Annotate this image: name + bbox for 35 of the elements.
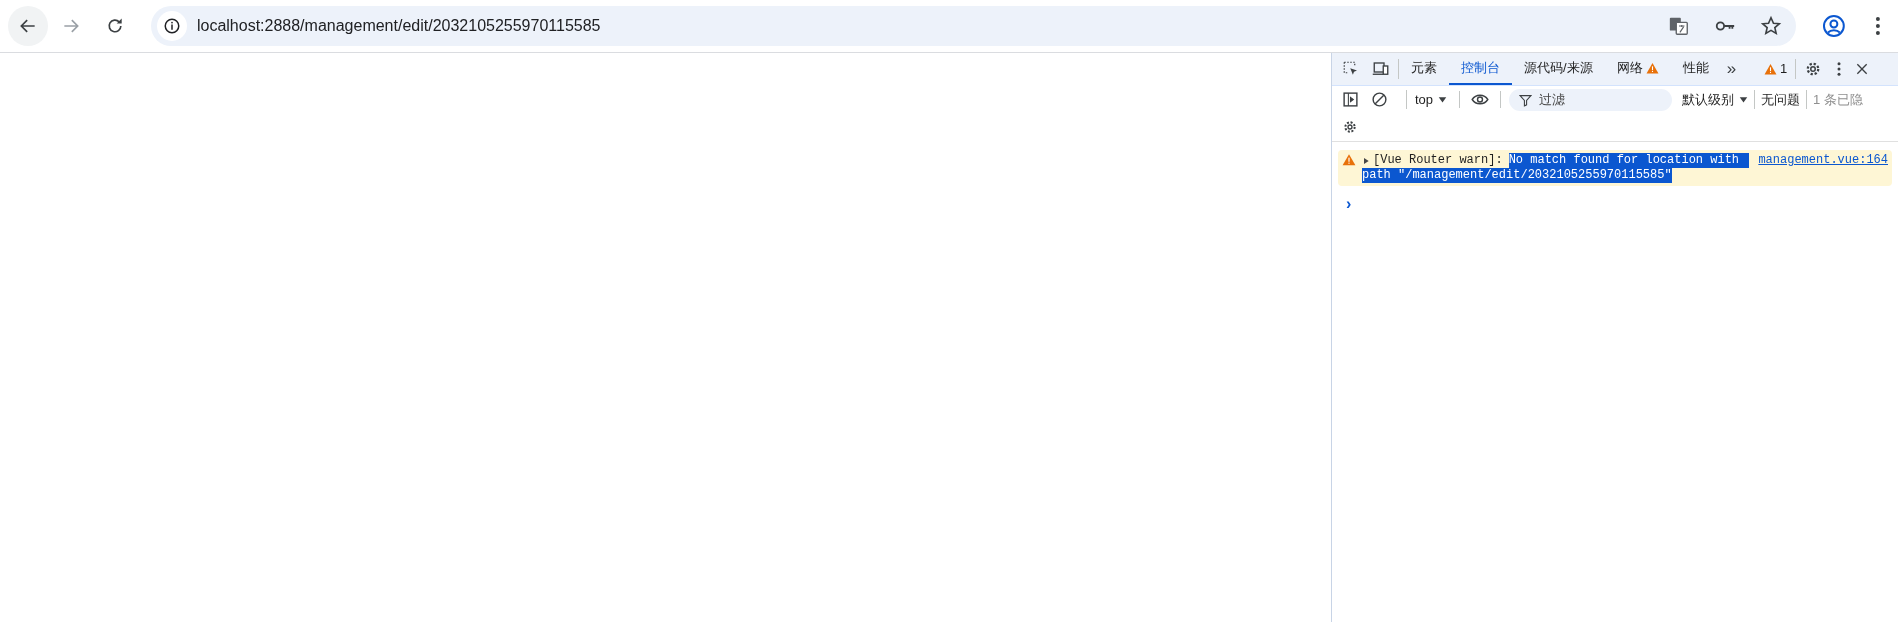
- caret-icon: [1739, 95, 1749, 104]
- context-dropdown[interactable]: top: [1406, 89, 1448, 110]
- sidebar-toggle-icon[interactable]: [1342, 91, 1359, 108]
- message-prefix: [Vue Router warn]:: [1373, 153, 1503, 168]
- filter-icon: [1519, 93, 1533, 107]
- panel-tab[interactable]: 性能: [1670, 53, 1721, 85]
- star-icon[interactable]: [1760, 15, 1783, 37]
- device-toolbar-icon[interactable]: [1372, 60, 1390, 78]
- panel-tab[interactable]: 网络: [1604, 53, 1671, 85]
- settings-icon[interactable]: [1342, 119, 1358, 135]
- hidden-count: 1 条已隐: [1813, 90, 1863, 109]
- info-icon[interactable]: [162, 17, 181, 35]
- panel-tab[interactable]: 源代码/来源: [1512, 53, 1605, 85]
- address-bar[interactable]: localhost:2888/management/edit/2032105255970115585: [150, 6, 1797, 46]
- clear-console-icon[interactable]: [1371, 91, 1388, 108]
- caret-icon: [1438, 95, 1448, 104]
- warning-icon: [1764, 62, 1778, 76]
- profile-icon[interactable]: [1822, 14, 1847, 38]
- warning-icon: [1342, 153, 1356, 167]
- level-dropdown[interactable]: 默认级别: [1682, 89, 1756, 110]
- issues-button[interactable]: 无问题: [1755, 89, 1808, 110]
- console-prompt[interactable]: ›: [1332, 186, 1898, 216]
- translate-icon[interactable]: [1668, 15, 1691, 37]
- panel-tab[interactable]: 元素: [1399, 53, 1449, 85]
- selected-message-text: No match found for location with: [1508, 153, 1750, 168]
- filter-field[interactable]: 过滤: [1509, 88, 1673, 111]
- warning-icon: [1645, 61, 1659, 75]
- back-button[interactable]: [8, 6, 48, 46]
- warnings-counter[interactable]: 1: [1756, 59, 1797, 79]
- expand-triangle-icon[interactable]: [1362, 156, 1370, 165]
- more-tabs-button[interactable]: »: [1720, 53, 1743, 85]
- source-link[interactable]: management.vue:164: [1758, 153, 1888, 168]
- url-text: localhost:2888/management/edit/2032105255970115585: [196, 16, 602, 36]
- panel-tab[interactable]: 控制台: [1449, 53, 1512, 85]
- selected-message-text: path "/management/edit/2032105255970115585": [1362, 168, 1672, 183]
